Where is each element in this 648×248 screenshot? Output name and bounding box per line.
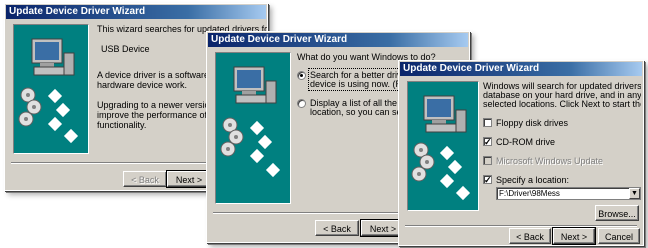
windows-update-checkbox[interactable] — [483, 156, 492, 165]
cdrom-checkbox[interactable]: ✓ — [483, 137, 492, 147]
search-better-driver-radio[interactable] — [297, 71, 306, 80]
intro-line-3: selected locations. Click Next to start … — [483, 99, 641, 109]
back-button[interactable]: < Back — [509, 228, 551, 244]
location-value: F:\Driver\98Mess — [499, 189, 560, 198]
window-3-title: Update Device Driver Wizard — [400, 62, 642, 76]
chevron-down-icon[interactable]: ▼ — [629, 188, 640, 199]
floppy-label[interactable]: Floppy disk drives — [496, 118, 568, 128]
device-name: USB Device — [101, 44, 150, 54]
floppy-checkbox[interactable] — [483, 118, 492, 127]
display-list-radio[interactable] — [297, 99, 306, 108]
separator — [405, 225, 637, 227]
browse-button[interactable]: Browse... — [595, 205, 639, 221]
back-button[interactable]: < Back — [315, 220, 359, 236]
window-1-title: Update Device Driver Wizard — [6, 5, 266, 19]
windows-update-label[interactable]: Microsoft Windows Update — [496, 156, 603, 166]
wizard-illustration — [13, 24, 89, 154]
upgrade-line-3: functionality. — [97, 120, 147, 130]
next-button[interactable]: Next > — [166, 170, 212, 188]
window-2-title: Update Device Driver Wizard — [208, 33, 468, 47]
location-combobox[interactable]: F:\Driver\98Mess ▼ — [496, 187, 641, 200]
next-button[interactable]: Next > — [552, 227, 596, 245]
back-button[interactable]: < Back — [123, 171, 167, 187]
description-line-2: hardware device work. — [97, 80, 188, 90]
cdrom-label[interactable]: CD-ROM drive — [496, 137, 555, 147]
wizard-window-3: Update Device Driver Wizard Windows will… — [398, 60, 644, 246]
cancel-button[interactable]: Cancel — [598, 228, 640, 244]
wizard-illustration — [407, 81, 479, 211]
wizard-illustration — [215, 52, 291, 204]
specify-location-label[interactable]: Specify a location: — [496, 175, 569, 185]
specify-location-checkbox[interactable]: ✓ — [483, 175, 492, 185]
